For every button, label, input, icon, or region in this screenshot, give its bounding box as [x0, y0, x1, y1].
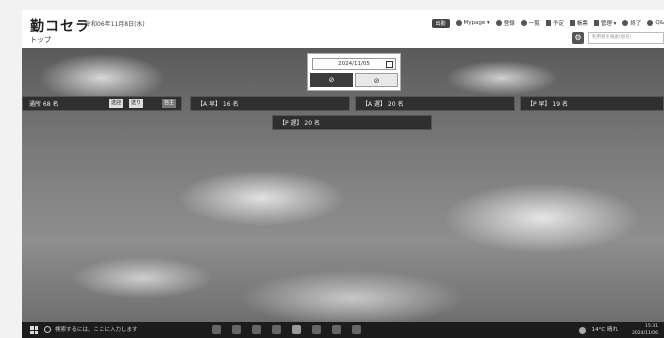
excel-icon[interactable]: [332, 325, 341, 334]
calendar-icon[interactable]: [386, 61, 393, 68]
total-count-bar: 通所 68 名 送迎 送り 自主: [22, 96, 182, 111]
nav-logout-label: 終了: [630, 21, 642, 27]
nav-help-label: Q&: [655, 20, 664, 26]
date-left-button[interactable]: ⊘: [310, 73, 353, 87]
nav-reports-label: 帳票: [576, 21, 588, 27]
page-title: トップ: [30, 36, 51, 44]
help-icon: [647, 20, 654, 26]
am-early-bar[interactable]: 【A 早】 16 名: [190, 96, 350, 111]
gear-icon[interactable]: ⚙: [572, 32, 584, 44]
edge-icon[interactable]: [312, 325, 321, 334]
nav-mypage-label: Mypage ▾: [463, 20, 490, 26]
task-view-icon[interactable]: [212, 325, 221, 334]
windows-start-icon[interactable]: [30, 326, 38, 334]
top-nav: 出勤 Mypage ▾ 登録 一覧 予定 帳票 管理 ▾ 終了 Q&: [431, 17, 664, 29]
taskbar-clock[interactable]: 15:31 2024/11/06: [632, 323, 658, 337]
nav-list[interactable]: 一覧: [520, 19, 540, 27]
attendance-badge[interactable]: 出勤: [431, 18, 450, 28]
file-explorer-icon[interactable]: [272, 325, 281, 334]
pm-early-bar[interactable]: 【P 早】 19 名: [520, 96, 664, 111]
browser-icon[interactable]: [352, 325, 361, 334]
header: 勤コセラ 令和06年11月8日(水) トップ 出勤 Mypage ▾ 登録 一覧…: [22, 10, 664, 48]
user-add-icon: [495, 20, 502, 26]
am-late-bar[interactable]: 【A 遅】 20 名: [355, 96, 515, 111]
document-icon: [569, 20, 575, 26]
date-input[interactable]: 2024/11/05: [312, 58, 396, 70]
weather-text[interactable]: 14°C 晴れ: [592, 325, 618, 335]
pm-late-bar[interactable]: 【P 遅】 20 名: [272, 115, 432, 130]
teams-icon[interactable]: [252, 325, 261, 334]
pm-late-label: 【P 遅】 20 名: [279, 120, 320, 127]
app-logo[interactable]: 勤コセラ: [30, 16, 90, 36]
user-circle-icon: [455, 20, 462, 26]
filter-self-button[interactable]: 自主: [162, 99, 177, 108]
date-panel: 2024/11/05 ⊘ ⊘: [307, 53, 401, 91]
nav-list-label: 一覧: [528, 21, 540, 27]
am-early-label: 【A 早】 16 名: [197, 101, 239, 108]
date-value: 2024/11/05: [338, 61, 370, 67]
am-late-label: 【A 遅】 20 名: [362, 101, 404, 108]
pm-early-label: 【P 早】 19 名: [527, 101, 568, 108]
nav-mypage[interactable]: Mypage ▾: [455, 20, 490, 26]
nav-help[interactable]: Q&: [647, 20, 664, 26]
system-tray: 14°C 晴れ: [578, 325, 618, 335]
nav-admin-label: 管理 ▾: [600, 21, 617, 27]
user-search: ⚙ 利用者を検索(仮名): [572, 32, 664, 44]
taskbar-apps: [212, 325, 361, 334]
windows-taskbar: 検索するには、ここに入力します 14°C 晴れ 15:31 2024/11/06: [22, 322, 664, 338]
nav-logout[interactable]: 終了: [622, 19, 641, 27]
nav-admin[interactable]: 管理 ▾: [593, 19, 617, 27]
nav-register-label: 登録: [503, 21, 515, 27]
admin-icon: [593, 20, 599, 26]
nav-schedule[interactable]: 予定: [545, 19, 564, 27]
nav-reports[interactable]: 帳票: [569, 19, 588, 27]
chrome-icon[interactable]: [232, 325, 241, 334]
users-icon: [520, 20, 527, 26]
weather-icon[interactable]: [578, 326, 586, 334]
total-count-label: 通所 68 名: [29, 101, 59, 108]
current-date: 令和06年11月8日(水): [85, 21, 145, 28]
search-icon: [44, 326, 51, 333]
nav-schedule-label: 予定: [552, 21, 564, 27]
clock-date: 2024/11/06: [632, 331, 658, 336]
logout-icon: [622, 20, 629, 26]
filter-pickup-button[interactable]: 送迎: [109, 99, 124, 108]
clock-time: 15:31: [645, 324, 658, 329]
calendar-icon: [545, 20, 551, 26]
date-right-button[interactable]: ⊘: [355, 73, 398, 87]
app-window: 勤コセラ 令和06年11月8日(水) トップ 出勤 Mypage ▾ 登録 一覧…: [22, 10, 664, 322]
nav-register[interactable]: 登録: [495, 19, 515, 27]
active-app-icon[interactable]: [292, 325, 301, 334]
taskbar-search-input[interactable]: 検索するには、ここに入力します: [44, 325, 184, 335]
search-input[interactable]: 利用者を検索(仮名): [588, 32, 664, 44]
taskbar-search-text: 検索するには、ここに入力します: [55, 327, 138, 333]
filter-dropoff-button[interactable]: 送り: [129, 99, 144, 108]
